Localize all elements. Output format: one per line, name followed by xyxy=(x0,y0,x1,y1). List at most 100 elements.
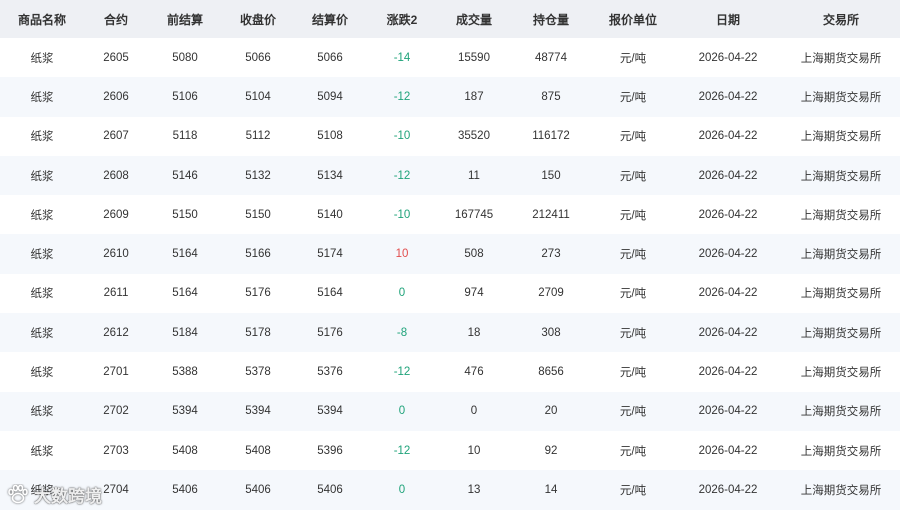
table-cell: 5184 xyxy=(172,326,198,339)
column-header: 成交量 xyxy=(455,12,492,27)
table-cell: 纸浆 xyxy=(30,91,54,104)
table-cell: 5396 xyxy=(317,444,343,457)
table-cell: 5166 xyxy=(245,248,271,261)
table-cell: 2606 xyxy=(103,90,129,103)
table-cell: 0 xyxy=(398,287,406,300)
table-row: 纸浆 2612 5184 5178 5176 -8 18 308 元/吨 2026-04-22 上海… xyxy=(0,313,900,353)
table-cell: 纸浆 xyxy=(30,367,54,380)
table-cell: 元/吨 xyxy=(619,445,647,458)
table-cell: 元/吨 xyxy=(619,52,647,65)
table-cell: 5406 xyxy=(245,483,271,496)
table-cell: 上海期货交易所 xyxy=(800,209,882,222)
table-cell: 2026-04-22 xyxy=(698,326,758,339)
table-row: 纸浆 2606 5106 5104 5094 -12 187 875 元/吨 2026-04-22… xyxy=(0,77,900,117)
table-cell: 14 xyxy=(544,483,558,496)
table-cell: 纸浆 xyxy=(30,327,54,340)
table-cell: 元/吨 xyxy=(619,91,647,104)
table-cell: 纸浆 xyxy=(30,445,54,458)
table-cell: 2026-04-22 xyxy=(698,405,758,418)
table-cell: 5176 xyxy=(317,326,343,339)
table-cell: 5150 xyxy=(245,208,271,221)
table-cell: 0 xyxy=(398,405,406,418)
table-row: 纸浆 2609 5150 5150 5140 -10 167745 212411 元/吨 2026… xyxy=(0,195,900,235)
table-cell: 167745 xyxy=(454,208,494,221)
table-cell: 5108 xyxy=(317,130,343,143)
column-header: 商品名称 xyxy=(17,12,66,27)
table-cell: 5408 xyxy=(245,444,271,457)
table-cell: 元/吨 xyxy=(619,406,647,419)
table-cell: -8 xyxy=(396,326,408,339)
table-cell: 2609 xyxy=(103,208,129,221)
table-cell: 5066 xyxy=(245,51,271,64)
table-cell: 273 xyxy=(541,248,561,261)
table-cell: 纸浆 xyxy=(30,406,54,419)
table-cell: 5106 xyxy=(172,90,198,103)
table-cell: 0 xyxy=(398,483,406,496)
column-header: 交易所 xyxy=(822,12,859,27)
table-cell: -10 xyxy=(393,208,411,221)
table-cell: -14 xyxy=(393,51,411,64)
table-cell: 20 xyxy=(544,405,558,418)
table-row: 纸浆 2605 5080 5066 5066 -14 15590 48774 元/吨 2026-0… xyxy=(0,38,900,78)
table-cell: -12 xyxy=(393,169,411,182)
table-cell: -12 xyxy=(393,90,411,103)
table-cell: 2026-04-22 xyxy=(698,483,758,496)
table-cell: 上海期货交易所 xyxy=(800,170,882,183)
table-cell: 5406 xyxy=(172,483,198,496)
table-cell: 纸浆 xyxy=(30,484,54,497)
table-cell: 35520 xyxy=(458,130,490,143)
table-cell: 纸浆 xyxy=(30,170,54,183)
table-cell: 10 xyxy=(395,248,409,261)
table-cell: 2607 xyxy=(103,130,129,143)
table-cell: 875 xyxy=(541,90,561,103)
table-cell: 上海期货交易所 xyxy=(800,484,882,497)
column-header: 合约 xyxy=(103,12,128,27)
table-cell: 212411 xyxy=(532,208,570,221)
table-cell: 2702 xyxy=(103,405,129,418)
table-cell: 2704 xyxy=(103,483,129,496)
table-cell: 元/吨 xyxy=(619,288,647,301)
table-row: 纸浆 2608 5146 5132 5134 -12 11 150 元/吨 2026-04-22 上… xyxy=(0,155,900,196)
table-cell: 纸浆 xyxy=(30,52,54,65)
table-cell: 纸浆 xyxy=(30,249,54,262)
table-cell: 5394 xyxy=(245,405,271,418)
table-cell: 2605 xyxy=(103,51,129,64)
futures-quote-table: 商品名称 合约 前结算 收盘价 结算价 涨跌2 成交量 持仓量 报价单位 日期 交易所 纸浆 2605… xyxy=(0,0,900,510)
table-cell: 2026-04-22 xyxy=(698,169,758,182)
table-cell: 2026-04-22 xyxy=(698,130,758,143)
table-cell: 11 xyxy=(468,169,480,182)
table-cell: 5146 xyxy=(172,169,198,182)
column-header: 结算价 xyxy=(311,12,348,27)
table-cell: 13 xyxy=(467,483,481,496)
table-cell: 上海期货交易所 xyxy=(800,406,882,419)
table-cell: 476 xyxy=(464,366,484,379)
table-cell: 2026-04-22 xyxy=(698,51,758,64)
table-cell: 974 xyxy=(464,287,484,300)
table-cell: 5164 xyxy=(172,287,198,300)
table-cell: 上海期货交易所 xyxy=(800,327,882,340)
table-cell: 5164 xyxy=(172,248,198,261)
table-cell: 48774 xyxy=(535,51,567,64)
table-cell: 5394 xyxy=(172,405,198,418)
header-row: 商品名称 合约 前结算 收盘价 结算价 涨跌2 成交量 持仓量 报价单位 日期 交易所 xyxy=(0,0,900,38)
table-cell: 元/吨 xyxy=(619,327,647,340)
table-body: 纸浆 2605 5080 5066 5066 -14 15590 48774 元/吨 2026-0… xyxy=(0,38,900,510)
table-cell: 2026-04-22 xyxy=(698,444,758,457)
table-cell: 5066 xyxy=(317,51,343,64)
table-cell: 187 xyxy=(464,90,484,103)
table-cell: 308 xyxy=(541,326,561,339)
table-row: 纸浆 2704 5406 5406 5406 0 13 14 元/吨 2026-04-22 上海期货… xyxy=(0,470,900,510)
column-header: 前结算 xyxy=(166,12,203,27)
table-cell: 上海期货交易所 xyxy=(800,249,882,262)
table-cell: 0 xyxy=(470,405,478,418)
table-cell: 5134 xyxy=(317,169,343,182)
table-cell: 5174 xyxy=(317,248,343,261)
table-cell: -12 xyxy=(393,366,411,379)
table-cell: 元/吨 xyxy=(619,484,647,497)
table-header: 商品名称 合约 前结算 收盘价 结算价 涨跌2 成交量 持仓量 报价单位 日期 交易所 xyxy=(0,0,900,38)
table-cell: 5104 xyxy=(245,90,271,103)
table-cell: 2612 xyxy=(103,326,129,339)
table-cell: 上海期货交易所 xyxy=(800,288,882,301)
table-row: 纸浆 2610 5164 5166 5174 10 508 273 元/吨 2026-04-22 上… xyxy=(0,234,900,274)
table-cell: 上海期货交易所 xyxy=(800,367,882,380)
